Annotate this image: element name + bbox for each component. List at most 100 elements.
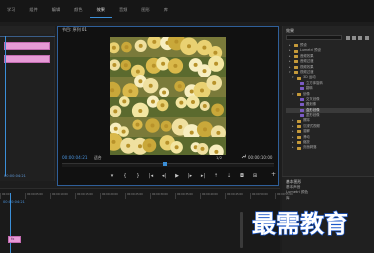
rose-center [126, 143, 131, 148]
rose-center [177, 84, 182, 89]
effects-search-input[interactable] [286, 35, 342, 40]
transition-icon [300, 81, 304, 85]
ruler-tick: 00:00:55:00 [275, 193, 300, 199]
folder-icon [294, 44, 298, 48]
time-ruler[interactable]: 00:00 00:00:05:00 00:00:10:00 00:00:15:00 00… [0, 193, 293, 199]
effects-panel-title[interactable]: 效果 [286, 28, 294, 34]
tab-0[interactable]: 学习 [0, 3, 22, 17]
ruler-tick: 00:00:25:00 [125, 193, 150, 199]
rose-center [202, 69, 207, 74]
settings-wrench-icon[interactable] [241, 154, 247, 160]
rose-center [138, 43, 143, 48]
folder-icon [297, 76, 301, 80]
folder-icon [294, 65, 298, 69]
rose-center [152, 39, 157, 44]
rose-center [178, 125, 183, 129]
folder-icon [294, 54, 298, 58]
32bit-effects-icon[interactable] [352, 36, 356, 40]
resolution-select[interactable]: 1/2 [216, 155, 222, 160]
rose-center [216, 130, 221, 135]
program-monitor-title[interactable]: 节目: 序列 01 [62, 27, 87, 33]
rose-center [122, 99, 127, 104]
add-button[interactable]: + [271, 171, 276, 178]
transition-icon [300, 98, 304, 102]
transition-icon [300, 108, 304, 112]
rose-center [162, 90, 167, 95]
timeline-clip[interactable] [8, 236, 21, 243]
lift-icon[interactable]: ⇡ [212, 172, 220, 180]
transport-controls: ▾ {} |◂ ◂| ▶ |▸ ▸| ⇡ ⇣ ◘ ⊞ [108, 171, 259, 181]
playhead-timecode[interactable]: 00:00:04:21 [62, 155, 88, 160]
rose-center [174, 39, 179, 44]
ruler-tick: 00:00:45:00 [225, 193, 250, 199]
zoom-fit-select[interactable]: 适合 [94, 155, 102, 161]
play-icon[interactable]: ▶ [173, 172, 181, 180]
tab-4[interactable]: 效果 [89, 3, 112, 18]
timeline-timecode[interactable]: 00:00:04:21 [3, 200, 25, 204]
tab-5[interactable]: 音频 [112, 3, 134, 17]
rose-center [202, 45, 207, 50]
sequence-duration: 00:00:10:00 [248, 155, 273, 160]
folder-icon [294, 71, 298, 75]
rose-center [213, 50, 218, 55]
rose-center [151, 63, 156, 68]
tab-3[interactable]: 颜色 [67, 3, 89, 17]
ruler-tick: 00:00:40:00 [200, 193, 225, 199]
timeline-scrollbar[interactable] [240, 212, 243, 248]
go-to-out-icon[interactable]: ▸| [199, 172, 207, 180]
rose-center [214, 149, 219, 154]
effects-tree: ▸ 预设 ▸ Lumetri 预设 ▸ 音频效果 ▸ 音频过渡 ▸ 视频效果 ▾ 视频过渡 ▾ 3D 运动… [286, 43, 372, 151]
rose-center [135, 122, 140, 127]
video-clip-2[interactable] [4, 55, 50, 63]
rose-center [214, 61, 219, 66]
export-frame-icon[interactable]: ◘ [238, 172, 246, 180]
rose-center [202, 104, 207, 108]
scrub-playhead[interactable] [163, 162, 167, 166]
tab-7[interactable]: 库 [157, 3, 175, 17]
rose-center [193, 62, 198, 67]
rose-center [215, 107, 220, 112]
rose-collage-image [110, 37, 226, 155]
tab-1[interactable]: 组件 [22, 3, 44, 17]
folder-icon [297, 146, 301, 150]
rose-center [165, 140, 170, 145]
chevron-right-icon[interactable]: ▸ [292, 145, 295, 150]
timeline-playhead[interactable] [10, 193, 11, 253]
watermark-text: 最需教育 [252, 210, 348, 238]
mark-out-icon[interactable]: } [134, 172, 142, 180]
rose-center [147, 143, 152, 148]
video-clip-1[interactable] [4, 42, 50, 50]
chevron-down-icon[interactable]: ▾ [292, 92, 295, 97]
folder-icon [297, 141, 301, 145]
button-editor-icon[interactable]: ⊞ [251, 172, 259, 180]
strip-playhead[interactable] [5, 36, 6, 176]
tab-6[interactable]: 图形 [134, 3, 156, 17]
go-to-in-icon[interactable]: |◂ [147, 172, 155, 180]
yuv-effects-icon[interactable] [358, 36, 362, 40]
ruler-tick: 00:00:20:00 [100, 193, 125, 199]
rose-center [123, 63, 128, 68]
rose-center [148, 83, 153, 88]
accelerated-effects-icon[interactable] [346, 36, 350, 40]
rose-center [121, 129, 126, 134]
strip-header [0, 26, 55, 34]
chevron-down-icon[interactable]: ▾ [292, 75, 295, 80]
new-bin-icon[interactable] [365, 36, 369, 40]
rose-center [135, 69, 140, 74]
folder-icon [294, 49, 298, 53]
transition-icon [300, 114, 304, 118]
step-forward-icon[interactable]: |▸ [186, 172, 194, 180]
marker-icon[interactable]: ▾ [108, 172, 116, 180]
effect-folder[interactable]: ▸ 页面剥落 [286, 145, 372, 150]
extract-icon[interactable]: ⇣ [225, 172, 233, 180]
scrub-bar[interactable] [62, 163, 274, 167]
mark-in-icon[interactable]: { [121, 172, 129, 180]
ruler-tick: 00:00 [0, 193, 25, 199]
tab-2[interactable]: 编辑 [45, 3, 67, 17]
step-back-icon[interactable]: ◂| [160, 172, 168, 180]
rose-center [111, 139, 116, 144]
rose-center [200, 88, 204, 93]
rose-center [200, 146, 205, 151]
rose-center [203, 127, 207, 132]
effect-label: 页面剥落 [303, 145, 317, 150]
